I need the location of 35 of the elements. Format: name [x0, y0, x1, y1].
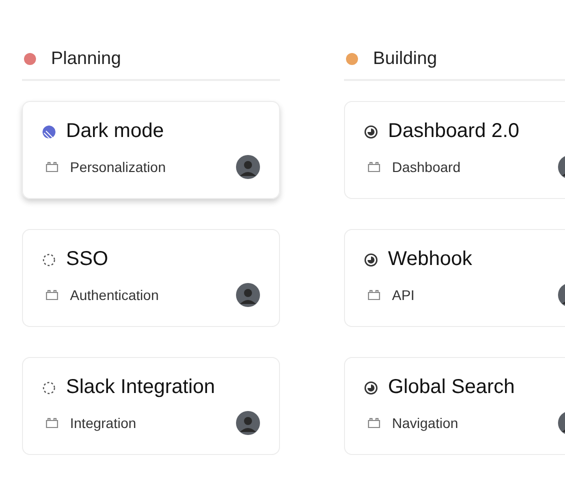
card[interactable]: Dashboard 2.0 Dashboard [344, 101, 565, 199]
column-title: Building [373, 48, 438, 69]
folder-icon [367, 289, 381, 301]
card-title: SSO [66, 248, 108, 271]
folder-icon [45, 289, 59, 301]
half-circle-icon [364, 124, 378, 138]
card-title: Global Search [388, 376, 515, 399]
folder-icon [367, 417, 381, 429]
card[interactable]: SSO Authentication [22, 229, 280, 327]
folder-icon [45, 417, 59, 429]
card[interactable]: Dark mode Personalization [22, 101, 280, 199]
card[interactable]: Webhook API [344, 229, 565, 327]
dashed-circle-icon [42, 252, 56, 266]
folder-icon [367, 161, 381, 173]
tag-label: Dashboard [392, 159, 462, 175]
card[interactable]: Global Search Navigation [344, 357, 565, 455]
card[interactable]: Slack Integration Integration [22, 357, 280, 455]
dashed-circle-icon [42, 380, 56, 394]
card-title: Webhook [388, 248, 472, 271]
avatar [236, 283, 260, 307]
card-title: Dashboard 2.0 [388, 120, 520, 143]
half-circle-icon [364, 380, 378, 394]
tag-label: Integration [70, 415, 138, 431]
avatar [236, 411, 260, 435]
tag-label: API [392, 287, 416, 303]
tag-label: Personalization [70, 159, 167, 175]
folder-icon [45, 161, 59, 173]
tag-label: Navigation [392, 415, 460, 431]
half-circle-icon [364, 252, 378, 266]
column-title: Planning [51, 48, 122, 69]
avatar [236, 155, 260, 179]
card-title: Slack Integration [66, 376, 215, 399]
striped-circle-icon [42, 124, 56, 138]
tag-label: Authentication [70, 287, 160, 303]
card-title: Dark mode [66, 120, 164, 143]
